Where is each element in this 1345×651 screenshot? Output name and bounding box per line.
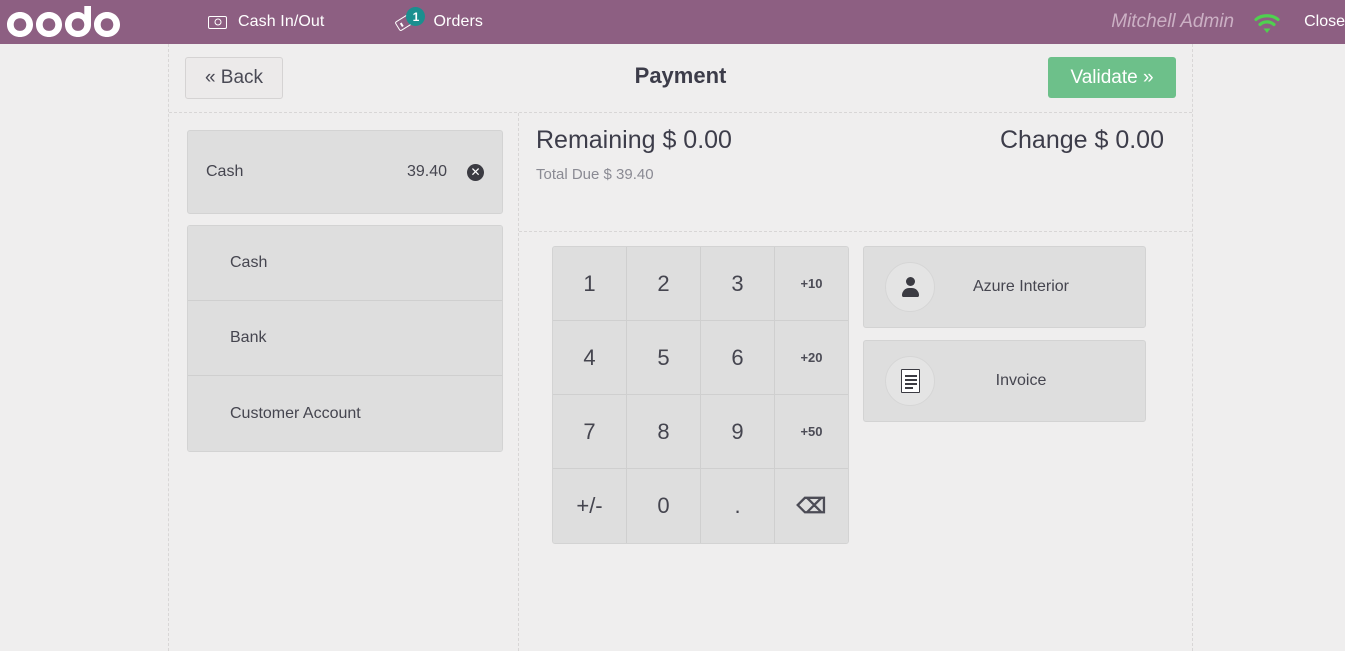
money-icon — [208, 15, 227, 29]
numpad-key-0[interactable]: 0 — [627, 469, 701, 543]
total-due-value: $ 39.40 — [603, 166, 654, 183]
top-bar: Cash In/Out 1 Orders Mitchell Admin Clos… — [0, 0, 1345, 44]
page-title: Payment — [634, 63, 727, 88]
payment-methods-panel: Cash 39.40 ✕ Cash Bank Customer Account — [169, 113, 519, 651]
numpad-key-3[interactable]: 3 — [701, 247, 775, 321]
topbar-right-group: Mitchell Admin Close — [1111, 0, 1345, 44]
backspace-icon[interactable]: ⌫ — [775, 469, 848, 543]
paymentline-amount: 39.40 — [406, 163, 447, 180]
numpad-key-plus20[interactable]: +20 — [775, 321, 848, 395]
person-icon — [885, 262, 935, 312]
validate-button[interactable]: Validate » — [1048, 57, 1176, 98]
payment-method-cash[interactable]: Cash — [188, 226, 502, 301]
numpad-key-7[interactable]: 7 — [553, 395, 627, 469]
cash-in-out-label: Cash In/Out — [238, 13, 325, 30]
payment-screen: « Back Payment Validate » Cash 39.40 ✕ C… — [168, 44, 1193, 651]
numpad-row: +/- 0 . ⌫ — [553, 469, 848, 543]
close-session-button[interactable]: Close — [1282, 13, 1345, 31]
numpad-key-5[interactable]: 5 — [627, 321, 701, 395]
numpad-key-6[interactable]: 6 — [701, 321, 775, 395]
cash-in-out-button[interactable]: Cash In/Out — [194, 0, 338, 44]
numpad-key-4[interactable]: 4 — [553, 321, 627, 395]
numpad-row: 4 5 6 +20 — [553, 321, 848, 395]
numpad-row: 7 8 9 +50 — [553, 395, 848, 469]
wifi-icon[interactable] — [1252, 10, 1282, 34]
remaining-amount: Remaining $ 0.00 — [536, 126, 732, 154]
change-amount: Change $ 0.00 — [999, 126, 1164, 154]
numpad-key-1[interactable]: 1 — [553, 247, 627, 321]
payment-method-bank[interactable]: Bank — [188, 301, 502, 376]
numpad-row: 1 2 3 +10 — [553, 247, 848, 321]
invoice-button[interactable]: Invoice — [863, 340, 1146, 422]
numpad-key-9[interactable]: 9 — [701, 395, 775, 469]
numpad-key-decimal[interactable]: . — [701, 469, 775, 543]
invoice-label: Invoice — [995, 372, 1047, 389]
payment-input-area: 1 2 3 +10 4 5 6 +20 7 8 9 +50 +/- 0 . ⌫ … — [519, 232, 1192, 651]
ticket-icon: 1 — [394, 7, 426, 33]
payment-method-list: Cash Bank Customer Account — [187, 225, 503, 452]
payment-details-panel: Remaining $ 0.00 Change $ 0.00 Total Due… — [519, 113, 1192, 651]
numpad-key-2[interactable]: 2 — [627, 247, 701, 321]
paymentline-name: Cash — [206, 163, 244, 180]
orders-label: Orders — [433, 13, 483, 30]
screen-body: Cash 39.40 ✕ Cash Bank Customer Account … — [169, 113, 1192, 651]
odoo-logo[interactable] — [6, 0, 156, 44]
numpad-key-plus50[interactable]: +50 — [775, 395, 848, 469]
side-actions: Azure Interior Invoice — [863, 246, 1146, 434]
numpad-key-sign[interactable]: +/- — [553, 469, 627, 543]
customer-button[interactable]: Azure Interior — [863, 246, 1146, 328]
numpad-key-8[interactable]: 8 — [627, 395, 701, 469]
total-due-label: Total Due — [536, 166, 600, 183]
current-user-name: Mitchell Admin — [1111, 11, 1235, 32]
screen-header: « Back Payment Validate » — [169, 44, 1192, 113]
total-due: Total Due $ 39.40 — [536, 166, 1164, 183]
numpad-key-plus10[interactable]: +10 — [775, 247, 848, 321]
totals-section: Remaining $ 0.00 Change $ 0.00 Total Due… — [519, 113, 1192, 232]
payment-method-customer-account[interactable]: Customer Account — [188, 376, 502, 451]
paymentline-row[interactable]: Cash 39.40 ✕ — [187, 130, 503, 214]
close-circle-icon[interactable]: ✕ — [467, 163, 484, 181]
orders-button[interactable]: 1 Orders — [382, 0, 497, 44]
customer-name: Azure Interior — [972, 278, 1070, 295]
orders-count-badge: 1 — [406, 7, 426, 26]
document-icon — [885, 356, 935, 406]
numpad: 1 2 3 +10 4 5 6 +20 7 8 9 +50 +/- 0 . ⌫ — [552, 246, 849, 544]
